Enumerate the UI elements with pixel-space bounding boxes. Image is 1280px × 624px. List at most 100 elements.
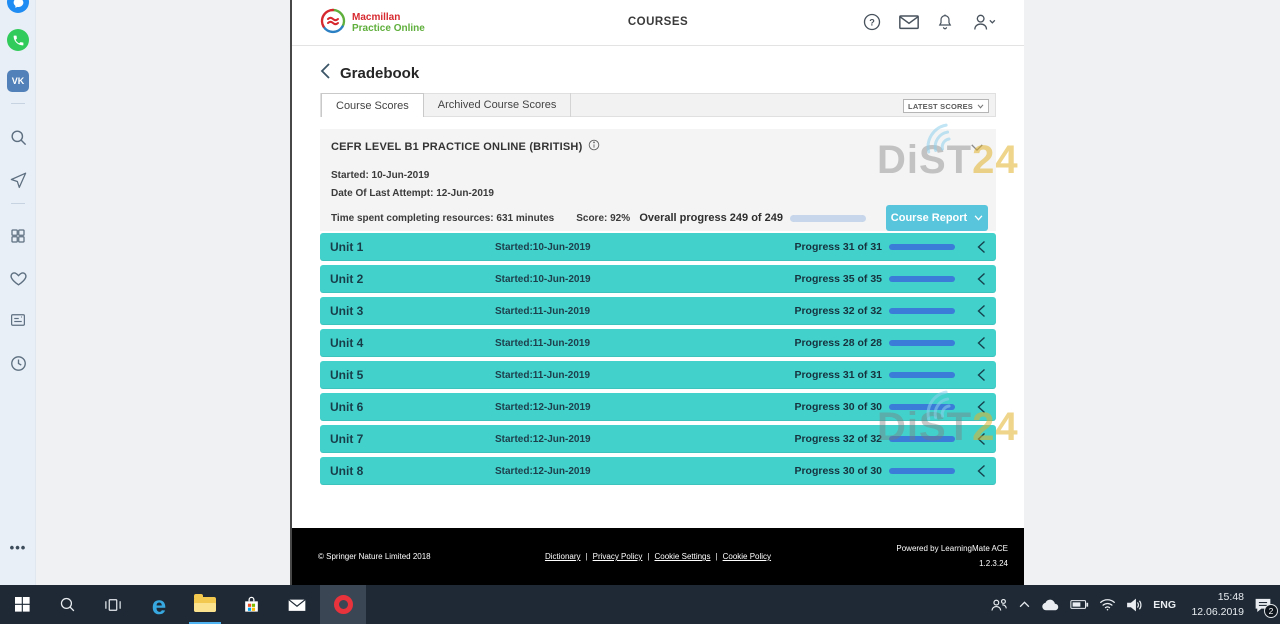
help-icon[interactable]: ? (862, 12, 882, 32)
chevron-left-icon[interactable] (977, 336, 986, 350)
unit-started: Started:11-Jun-2019 (495, 306, 794, 317)
unit-label: Unit 6 (330, 400, 495, 414)
action-center-icon[interactable]: 2 (1254, 597, 1272, 613)
unit-progress-label: Progress 31 of 31 (794, 369, 882, 381)
unit-progress-label: Progress 31 of 31 (794, 241, 882, 253)
wifi-icon[interactable] (1099, 598, 1116, 611)
store-icon[interactable] (228, 585, 274, 624)
chevron-left-icon[interactable] (977, 272, 986, 286)
unit-row[interactable]: Unit 8 Started:12-Jun-2019 Progress 30 o… (320, 457, 996, 485)
battery-icon[interactable] (1070, 599, 1089, 610)
chevron-up-icon[interactable] (1019, 601, 1030, 608)
info-icon[interactable] (588, 138, 600, 156)
unit-progress-label: Progress 32 of 32 (794, 433, 882, 445)
course-started: Started: 10-Jun-2019 (331, 170, 429, 181)
vk-label: VK (7, 70, 29, 92)
footer-powered: Powered by LearningMate ACE 1.2.3.24 (896, 542, 1008, 571)
taskbar-search-icon[interactable] (44, 585, 90, 624)
edge-icon[interactable]: e (136, 585, 182, 624)
file-explorer-icon[interactable] (182, 585, 228, 624)
chevron-left-icon[interactable] (977, 400, 986, 414)
bell-icon[interactable] (936, 12, 954, 32)
unit-label: Unit 7 (330, 432, 495, 446)
unit-started: Started:12-Jun-2019 (495, 434, 794, 445)
back-chevron-icon[interactable] (320, 62, 331, 85)
mail-app-icon[interactable] (274, 585, 320, 624)
footer-link[interactable]: Privacy Policy (593, 552, 643, 561)
course-name: CEFR LEVEL B1 PRACTICE ONLINE (BRITISH) (331, 141, 582, 153)
news-icon[interactable] (0, 311, 36, 329)
people-icon[interactable] (990, 597, 1009, 613)
logo-line1: Macmillan (352, 13, 425, 24)
chevron-left-icon[interactable] (977, 304, 986, 318)
unit-started: Started:11-Jun-2019 (495, 338, 794, 349)
language-indicator[interactable]: ENG (1153, 599, 1176, 611)
onedrive-cloud-icon[interactable] (1040, 598, 1060, 611)
unit-progress-label: Progress 32 of 32 (794, 305, 882, 317)
task-view-icon[interactable] (90, 585, 136, 624)
macmillan-logo[interactable]: Macmillan Practice Online (320, 8, 425, 39)
chevron-left-icon[interactable] (977, 368, 986, 382)
chevron-left-icon[interactable] (977, 464, 986, 478)
latest-scores-select[interactable]: LATEST SCORES (903, 99, 989, 113)
course-score: Score: 92% (576, 213, 630, 224)
unit-progress-bar (889, 468, 955, 474)
messenger-icon[interactable] (0, 0, 36, 13)
unit-row[interactable]: Unit 3 Started:11-Jun-2019 Progress 32 o… (320, 297, 996, 325)
unit-started: Started:12-Jun-2019 (495, 466, 794, 477)
unit-progress-bar (889, 404, 955, 410)
unit-progress-bar (889, 276, 955, 282)
whatsapp-icon[interactable] (0, 29, 36, 51)
screen: VK ••• (0, 0, 1280, 624)
chevron-down-icon (977, 104, 984, 109)
taskbar-clock[interactable]: 15:48 12.06.2019 (1186, 590, 1244, 619)
profile-icon[interactable] (970, 12, 998, 32)
version-text: 1.2.3.24 (896, 557, 1008, 571)
unit-progress-label: Progress 28 of 28 (794, 337, 882, 349)
opera-icon[interactable] (320, 585, 366, 624)
bookmarks-heart-icon[interactable] (0, 269, 36, 288)
footer-copyright: © Springer Nature Limited 2018 (318, 552, 431, 561)
more-icon[interactable]: ••• (0, 540, 36, 555)
speed-dial-icon[interactable] (0, 227, 36, 245)
windows-taskbar: e (0, 585, 1280, 624)
footer-link-separator: | (647, 552, 649, 561)
svg-text:?: ? (869, 17, 875, 27)
volume-icon[interactable] (1126, 598, 1143, 612)
footer-link[interactable]: Cookie Policy (723, 552, 771, 561)
my-flow-icon[interactable] (0, 170, 36, 189)
tab-course-scores[interactable]: Course Scores (321, 93, 424, 117)
footer-link-separator: | (716, 552, 718, 561)
chevron-down-icon (974, 215, 983, 221)
unit-row[interactable]: Unit 5 Started:11-Jun-2019 Progress 31 o… (320, 361, 996, 389)
unit-started: Started:12-Jun-2019 (495, 402, 794, 413)
overall-progress-label: Overall progress 249 of 249 (639, 212, 783, 224)
unit-label: Unit 5 (330, 368, 495, 382)
history-clock-icon[interactable] (0, 354, 36, 373)
latest-scores-label: LATEST SCORES (908, 102, 973, 111)
collapse-chevron-icon[interactable] (970, 139, 984, 157)
mail-icon[interactable] (898, 13, 920, 31)
unit-row[interactable]: Unit 2 Started:10-Jun-2019 Progress 35 o… (320, 265, 996, 293)
unit-row[interactable]: Unit 4 Started:11-Jun-2019 Progress 28 o… (320, 329, 996, 357)
footer-link[interactable]: Cookie Settings (654, 552, 710, 561)
browser-sidebar: VK ••• (0, 0, 36, 585)
tab-archived-course-scores[interactable]: Archived Course Scores (424, 93, 572, 117)
start-icon[interactable] (0, 585, 44, 624)
chevron-left-icon[interactable] (977, 240, 986, 254)
unit-progress-label: Progress 30 of 30 (794, 401, 882, 413)
search-icon[interactable] (0, 128, 36, 147)
unit-row[interactable]: Unit 7 Started:12-Jun-2019 Progress 32 o… (320, 425, 996, 453)
unit-label: Unit 8 (330, 464, 495, 478)
chevron-left-icon[interactable] (977, 432, 986, 446)
footer-link[interactable]: Dictionary (545, 552, 581, 561)
unit-progress-bar (889, 244, 955, 250)
unit-progress-label: Progress 35 of 35 (794, 273, 882, 285)
unit-progress-bar (889, 372, 955, 378)
unit-row[interactable]: Unit 6 Started:12-Jun-2019 Progress 30 o… (320, 393, 996, 421)
units-list: Unit 1 Started:10-Jun-2019 Progress 31 o… (320, 233, 996, 489)
unit-row[interactable]: Unit 1 Started:10-Jun-2019 Progress 31 o… (320, 233, 996, 261)
vk-icon[interactable]: VK (0, 70, 36, 92)
course-report-button[interactable]: Course Report (886, 205, 988, 231)
nav-courses[interactable]: COURSES (628, 16, 688, 28)
